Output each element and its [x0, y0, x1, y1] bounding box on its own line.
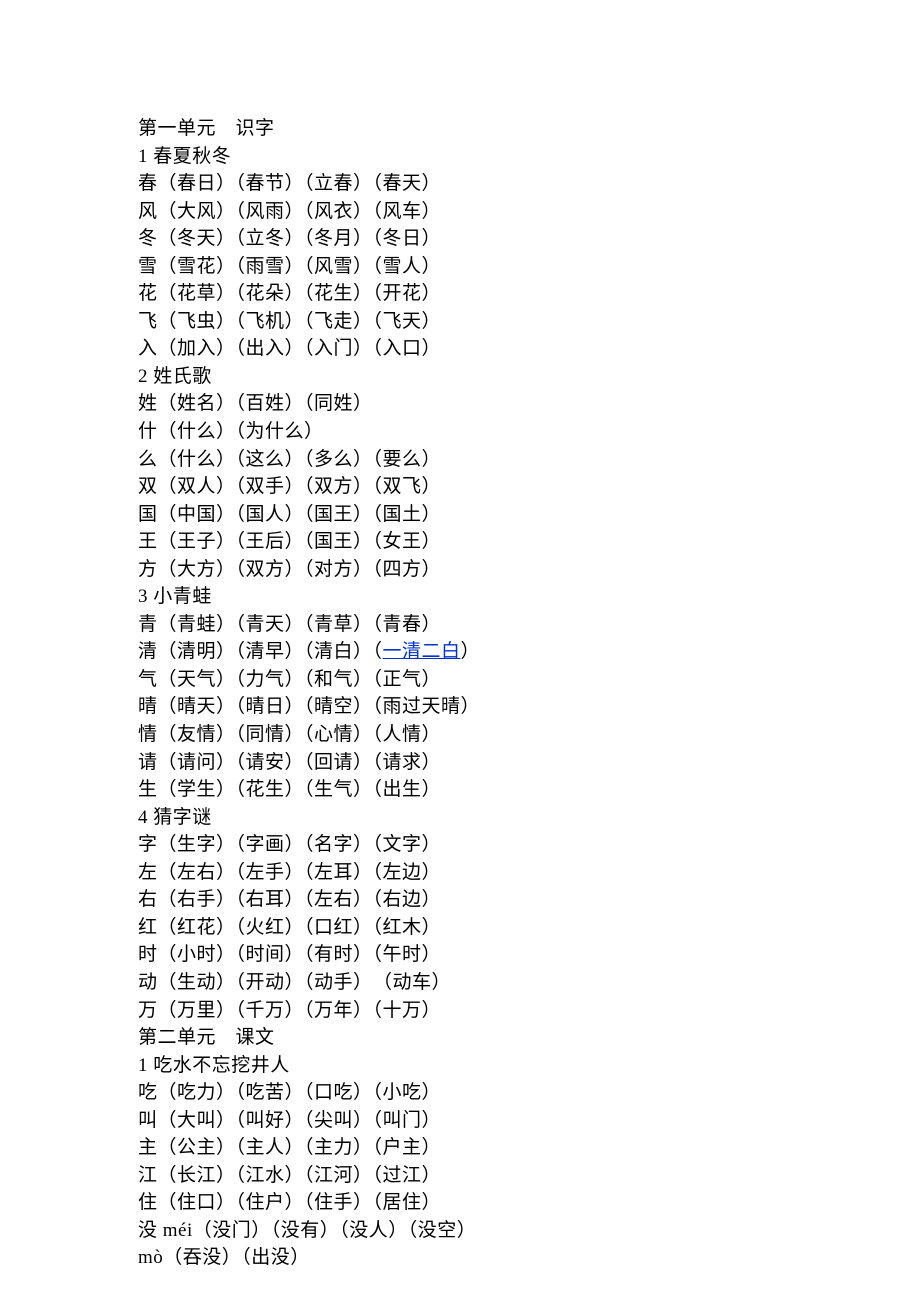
lesson-title: 4 猜字谜 — [138, 804, 920, 832]
char-entry: 么（什么）（这么）（多么）（要么） — [138, 446, 920, 474]
char-entry: 字（生字）（字画）（名字）（文字） — [138, 831, 920, 859]
char-entry: 雪（雪花）（雨雪）（风雪）（雪人） — [138, 253, 920, 281]
char-entry: 气（天气）（力气）（和气）（正气） — [138, 666, 920, 694]
word-link[interactable]: 一清二白 — [383, 641, 461, 662]
char-entry: 双（双人）（双手）（双方）（双飞） — [138, 473, 920, 501]
lesson-title: 2 姓氏歌 — [138, 363, 920, 391]
char-entry: 江（长江）（江水）（江河）（过江） — [138, 1162, 920, 1190]
char-entry: 春（春日）（春节）（立春）（春天） — [138, 170, 920, 198]
char-entry: 方（大方）（双方）（对方）（四方） — [138, 556, 920, 584]
char-entry: 姓（姓名）（百姓）（同姓） — [138, 390, 920, 418]
char-entry: 花（花草）（花朵）（花生）（开花） — [138, 280, 920, 308]
char-entry: 红（红花）（火红）（口红）（红木） — [138, 914, 920, 942]
char-entry: 王（王子）（王后）（国王）（女王） — [138, 528, 920, 556]
char-entry: 叫（大叫）（叫好）（尖叫）（叫门） — [138, 1107, 920, 1135]
char-entry: 时（小时）（时间）（有时）（午时） — [138, 941, 920, 969]
char-entry: 国（中国）（国人）（国王）（国土） — [138, 501, 920, 529]
lesson-title: 1 吃水不忘挖井人 — [138, 1052, 920, 1080]
unit-title: 第一单元 识字 — [138, 115, 920, 143]
char-entry: 没 méi（没门）（没有）（没人）（没空） — [138, 1217, 920, 1245]
char-entry: 飞（飞虫）（飞机）（飞走）（飞天） — [138, 308, 920, 336]
char-entry: 晴（晴天）（晴日）（晴空）（雨过天晴） — [138, 693, 920, 721]
char-entry: 青（青蛙）（青天）（青草）（青春） — [138, 611, 920, 639]
lesson-title: 1 春夏秋冬 — [138, 143, 920, 171]
char-entry: 住（住口）（住户）（住手）（居住） — [138, 1189, 920, 1217]
char-entry: 动（生动）（开动）（动手） （动车） — [138, 969, 920, 997]
char-entry: mò（吞没）（出没） — [138, 1244, 920, 1272]
unit-title: 第二单元 课文 — [138, 1024, 920, 1052]
char-entry: 情（友情）（同情）（心情）（人情） — [138, 721, 920, 749]
char-entry: 清（清明）（清早）（清白）（一清二白） — [138, 638, 920, 666]
char-entry: 风（大风）（风雨）（风衣）（风车） — [138, 198, 920, 226]
char-entry: 入（加入）（出入）（入门）（入口） — [138, 335, 920, 363]
char-entry: 吃（吃力）（吃苦）（口吃）（小吃） — [138, 1079, 920, 1107]
char-entry: 什（什么）（为什么） — [138, 418, 920, 446]
char-entry: 生（学生）（花生）（生气）（出生） — [138, 776, 920, 804]
char-entry: 请（请问）（请安）（回请）（请求） — [138, 749, 920, 777]
char-entry: 左（左右）（左手）（左耳）（左边） — [138, 859, 920, 887]
char-entry: 右（右手）（右耳）（左右）（右边） — [138, 886, 920, 914]
char-entry: 主（公主）（主人）（主力）（户主） — [138, 1134, 920, 1162]
char-entry: 冬（冬天）（立冬）（冬月）（冬日） — [138, 225, 920, 253]
char-entry: 万（万里）（千万）（万年）（十万） — [138, 997, 920, 1025]
lesson-title: 3 小青蛙 — [138, 583, 920, 611]
